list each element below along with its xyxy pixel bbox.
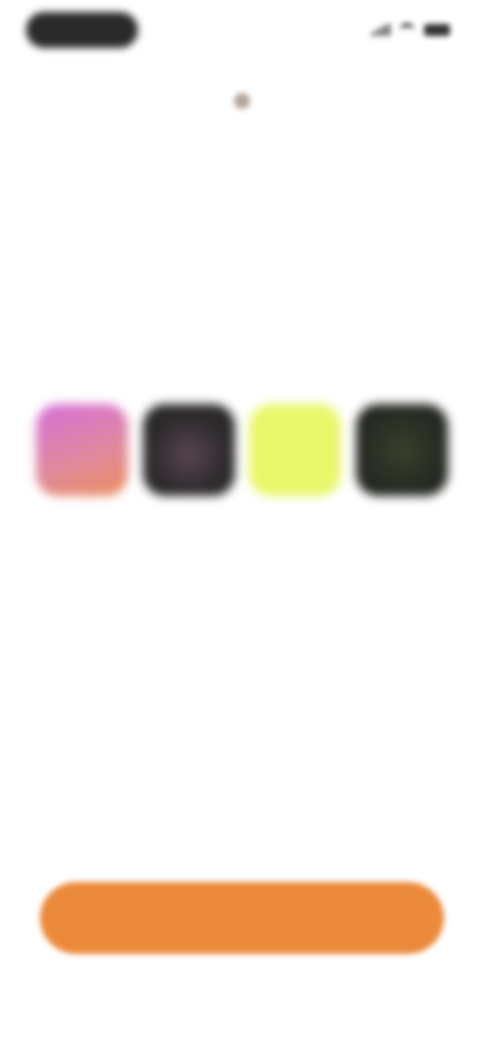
page-headline — [40, 296, 440, 344]
status-time — [26, 12, 138, 48]
brand-logo — [210, 86, 280, 116]
status-icons — [372, 22, 450, 38]
swatch-pink-gradient[interactable] — [36, 404, 128, 496]
style-swatch-row — [36, 404, 448, 496]
continue-button[interactable] — [40, 882, 444, 954]
swatch-dark-green[interactable] — [355, 404, 448, 496]
signal-icon — [372, 24, 390, 36]
swatch-dark-pattern[interactable] — [142, 404, 235, 496]
battery-icon — [424, 24, 450, 36]
status-bar — [0, 0, 480, 60]
wifi-icon — [400, 23, 414, 37]
swatch-lime[interactable] — [249, 404, 342, 496]
logo-mark-icon — [234, 93, 250, 109]
